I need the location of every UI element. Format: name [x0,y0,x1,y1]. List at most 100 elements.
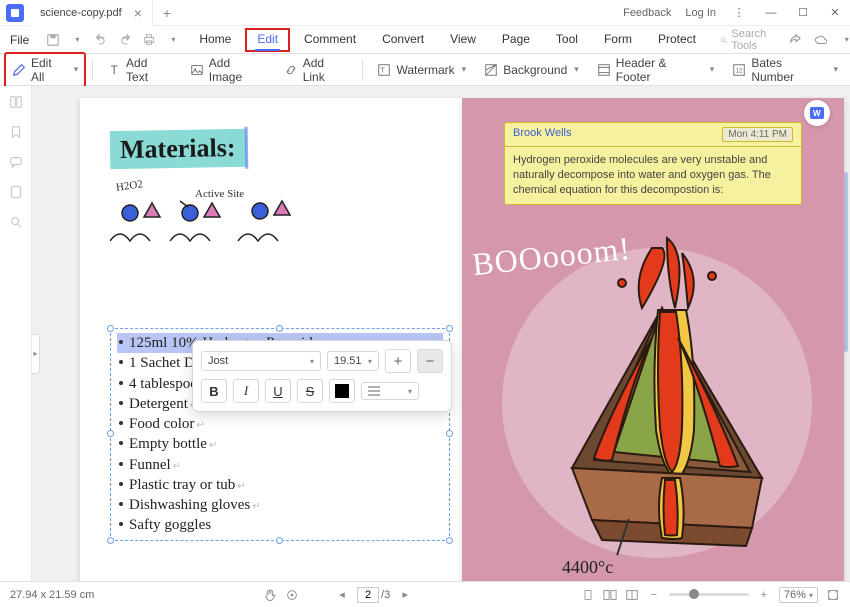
fit-page-icon[interactable] [826,588,840,602]
list-item: Funnel↵ [117,455,443,475]
document-tab[interactable]: science-copy.pdf × [30,0,153,26]
zoom-value[interactable]: 76% ▾ [779,587,818,603]
chevron-down-icon: ▾ [74,64,79,75]
new-tab-button[interactable]: + [163,5,171,21]
two-page-icon[interactable] [603,588,617,602]
text-icon: T [107,63,121,77]
note-body: Hydrogen peroxide molecules are very uns… [505,147,801,204]
tab-home[interactable]: Home [187,28,243,52]
add-text-button[interactable]: T Add Text [99,52,180,88]
close-tab-icon[interactable]: × [134,5,142,21]
watermark-icon: T [377,63,391,77]
tab-tool[interactable]: Tool [544,28,590,52]
page-input[interactable] [357,587,379,603]
add-image-button[interactable]: Add Image [182,52,274,88]
list-item: Plastic tray or tub↵ [117,475,443,495]
bold-button[interactable]: B [201,379,227,403]
word-export-badge[interactable]: W [804,100,830,126]
workspace: ▸ Materials: H2O2 Active Site [0,86,850,581]
font-size-select[interactable]: 19.51▾ [327,351,379,371]
thumbnails-icon[interactable] [8,94,24,110]
molecule-sketch [110,193,410,263]
qat-dd[interactable]: ▾ [69,32,85,48]
tab-filename: science-copy.pdf [40,7,122,19]
svg-text:T: T [381,67,386,74]
font-family-select[interactable]: Jost▾ [201,351,321,371]
print-icon[interactable] [141,32,157,48]
maximize-icon[interactable]: ☐ [794,6,812,19]
undo-icon[interactable] [93,32,109,48]
select-tool-icon[interactable] [285,588,299,602]
font-color-button[interactable] [329,379,355,403]
qat-dd2[interactable]: ▾ [165,32,181,48]
list-item: Empty bottle↵ [117,434,443,454]
tab-convert[interactable]: Convert [370,28,436,52]
note-author: Brook Wells [513,127,571,142]
hand-tool-icon[interactable] [263,588,277,602]
italic-button[interactable]: I [233,379,259,403]
link-icon [284,63,298,77]
menu-row: File ▾ ▾ Home Edit Comment Convert View … [0,26,850,54]
app-icon [6,4,24,22]
bookmark-icon[interactable] [8,124,24,140]
bates-number-button[interactable]: 12 Bates Number▾ [724,52,846,88]
attachment-icon[interactable] [8,184,24,200]
next-page-icon[interactable]: ▸ [398,588,412,602]
page-indicator: /3 [357,587,390,603]
align-select[interactable]: ▾ [361,382,419,400]
tab-page[interactable]: Page [490,28,542,52]
page-dimensions: 27.94 x 21.59 cm [10,589,94,601]
align-icon [368,386,380,396]
cloud-icon[interactable] [813,32,829,48]
minimize-icon[interactable]: — [762,7,780,19]
single-page-icon[interactable] [581,588,595,602]
note-timestamp: Mon 4:11 PM [722,127,793,142]
add-link-button[interactable]: Add Link [276,52,357,88]
strikethrough-button[interactable]: S [297,379,323,403]
background-button[interactable]: Background▾ [476,59,587,81]
zoom-in-icon[interactable]: + [757,588,771,602]
list-item: Safty goggles [117,515,443,535]
read-mode-icon[interactable] [625,588,639,602]
list-item: Dishwashing gloves↵ [117,495,443,515]
share-icon[interactable] [787,32,803,48]
tab-edit[interactable]: Edit [245,28,290,52]
canvas-area[interactable]: ▸ Materials: H2O2 Active Site [32,86,850,581]
redo-icon[interactable] [117,32,133,48]
header-footer-button[interactable]: Header & Footer▾ [589,52,723,88]
increase-size-button[interactable]: + [385,349,411,373]
tab-form[interactable]: Form [592,28,644,52]
svg-text:12: 12 [736,67,743,74]
doodle-diagram: H2O2 Active Site [110,178,430,248]
save-icon[interactable] [45,32,61,48]
zoom-out-icon[interactable]: − [647,588,661,602]
tab-protect[interactable]: Protect [646,28,708,52]
menu-expand-icon[interactable]: ▾ [839,32,850,48]
search-tools[interactable]: Search Tools [720,28,771,52]
kebab-icon[interactable]: ⋮ [730,6,748,19]
zoom-slider[interactable] [669,593,749,596]
bates-icon: 12 [732,63,746,77]
file-menu[interactable]: File [0,33,39,47]
image-icon [190,63,204,77]
login-link[interactable]: Log In [685,7,716,19]
decrease-size-button[interactable]: − [417,349,443,373]
comment-icon[interactable] [8,154,24,170]
search-panel-icon[interactable] [8,214,24,230]
underline-button[interactable]: U [265,379,291,403]
edit-toolbar: Edit All▾ T Add Text Add Image Add Link … [0,54,850,86]
search-icon [720,34,727,46]
edit-all-button[interactable]: Edit All▾ [4,52,86,88]
expand-sidebar-handle[interactable]: ▸ [32,334,40,374]
sticky-note[interactable]: Brook Wells Mon 4:11 PM Hydrogen peroxid… [504,122,802,205]
tab-view[interactable]: View [438,28,488,52]
left-sidebar [0,86,32,581]
prev-page-icon[interactable]: ◂ [335,588,349,602]
feedback-link[interactable]: Feedback [623,7,671,19]
tab-comment[interactable]: Comment [292,28,368,52]
list-item: Food color↵ [117,414,443,434]
close-window-icon[interactable]: ✕ [826,6,844,19]
text-format-toolbar: Jost▾ 19.51▾ + − B I U S ▾ [192,340,452,412]
watermark-button[interactable]: T Watermark▾ [369,59,474,81]
titlebar: science-copy.pdf × + Feedback Log In ⋮ —… [0,0,850,26]
